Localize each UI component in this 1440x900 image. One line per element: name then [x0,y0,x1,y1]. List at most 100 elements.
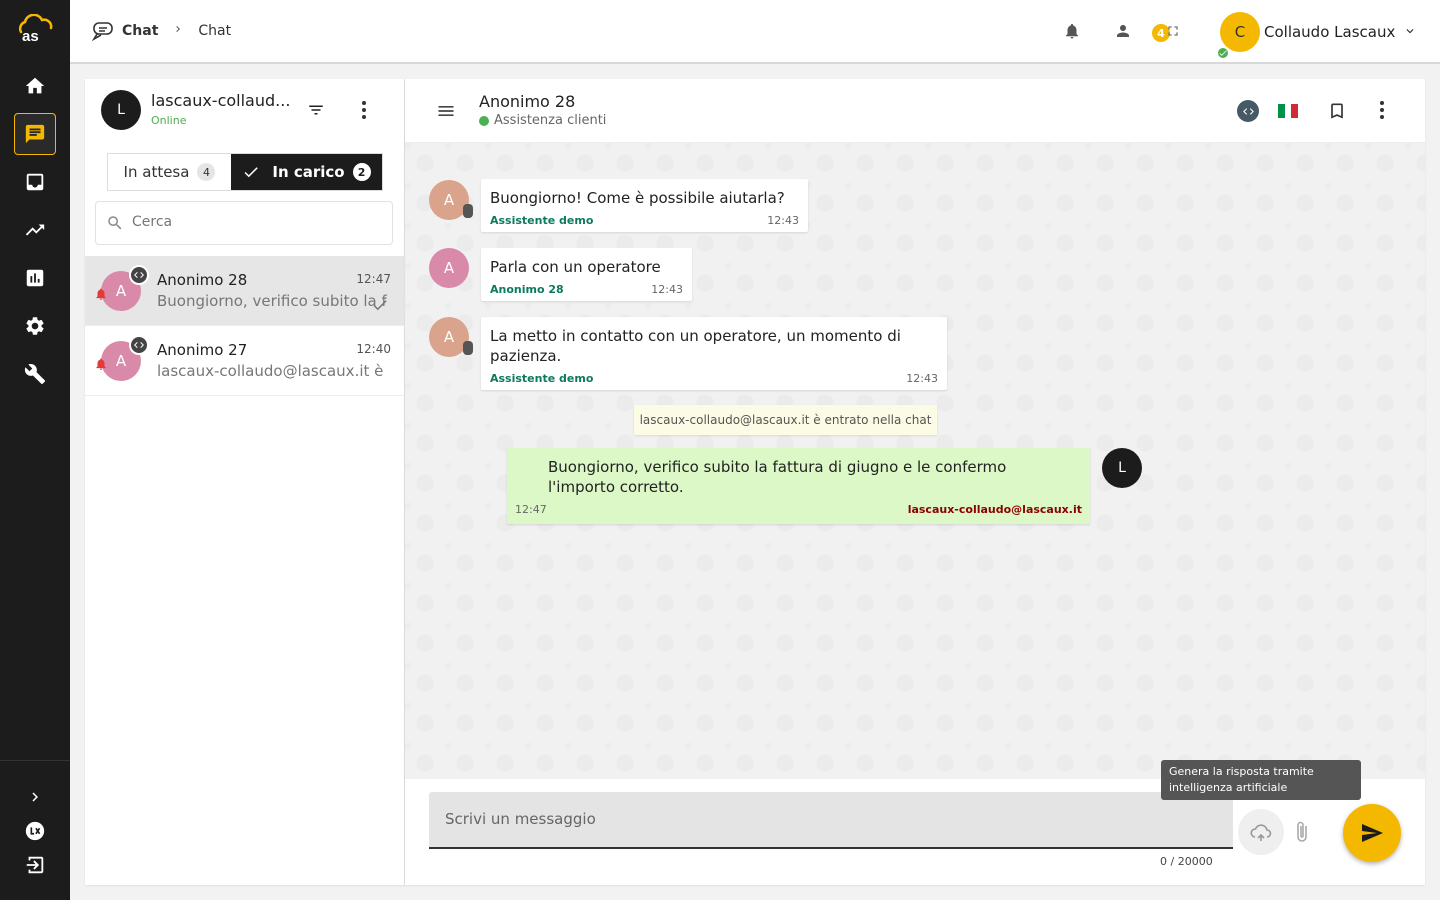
online-dot [479,115,489,126]
chat-subtitle-text: Assistenza clienti [494,113,607,128]
more-vert-icon[interactable] [1375,99,1389,121]
chevron-right-icon [176,26,181,32]
chat-icon [25,124,45,144]
home-icon [25,77,45,94]
logout-button[interactable] [14,844,56,886]
trends-nav[interactable] [14,209,56,251]
notifications-bell-icon[interactable] [1063,22,1081,40]
italian-flag-icon[interactable] [1278,104,1299,118]
side-rail: as [0,0,70,900]
conversation-item[interactable]: A Anonimo 27 12:40 lascaux-collaudo@lasc… [85,326,405,396]
widget-channel-badge [129,335,149,355]
message-author: Assistente demo [490,371,594,385]
message-author: Anonimo 28 [490,282,564,296]
check-icon [244,167,259,178]
app-logo[interactable]: as [13,14,57,44]
chat-subtitle: Assistenza clienti [479,113,606,128]
fullscreen-icon[interactable] [1165,22,1181,40]
breadcrumb-separator [172,23,184,39]
lx-logo-icon [25,821,45,841]
search-box [95,201,393,245]
message-input[interactable] [445,810,1205,828]
bot-icon [463,341,473,355]
agent-status: Online [151,114,187,127]
code-icon [134,272,144,278]
attach-icon[interactable] [1295,820,1309,844]
chat-bot-icon [91,22,113,42]
search-input[interactable] [132,214,372,230]
message-avatar: A [429,248,469,288]
message-time: 12:43 [651,282,683,296]
search-icon [108,216,122,230]
breadcrumb-page: Chat [198,23,232,39]
bookmark-icon[interactable] [1327,100,1347,122]
queue-toggle: In attesa 4 In carico 2 [107,153,383,191]
message-bubble: Parla con un operatore Anonimo 28 12:43 [481,248,692,301]
widget-channel-badge [129,265,149,285]
check-icon [1219,50,1227,56]
message-text: Parla con un operatore [490,258,661,276]
message-time: 12:43 [767,213,799,227]
outgoing-message-bubble: Buongiorno, verifico subito la fattura d… [507,448,1090,524]
ai-generate-button[interactable] [1238,809,1284,855]
message-text: Buongiorno, verifico subito la fattura d… [548,458,1007,496]
reports-nav[interactable] [14,257,56,299]
alert-bell-icon [96,358,106,370]
svg-text:as: as [22,28,39,44]
home-nav[interactable] [14,65,56,107]
system-note: lascaux-collaudo@lascaux.it è entrato ne… [634,405,937,435]
conversation-preview: lascaux-collaudo@lascaux.it è [157,362,384,380]
code-icon [134,342,144,348]
alert-bell-icon [96,288,106,300]
tab-waiting-label: In attesa [123,163,190,181]
message-time: 12:47 [515,503,547,516]
settings-nav[interactable] [14,305,56,347]
rail-divider [0,760,70,761]
filter-icon[interactable] [305,101,327,119]
send-button[interactable] [1343,804,1401,862]
menu-icon[interactable] [435,101,457,121]
gear-icon [26,317,44,335]
message-avatar: A [429,317,473,357]
top-bar: Chat Chat 4 C Collaudo Lascaux [70,0,1440,64]
message-bubble: La metto in contatto con un operatore, u… [481,317,947,390]
person-icon[interactable] [1114,22,1132,40]
sent-check-icon [373,300,387,311]
bar-chart-icon [26,269,44,287]
user-name[interactable]: Collaudo Lascaux [1264,23,1395,41]
message-avatar-initial: A [443,191,455,209]
chevron-down-icon[interactable] [1403,24,1417,38]
conversation-preview: Buongiorno, verifico subito la f [157,292,387,310]
ai-cloud-icon [1250,824,1272,841]
more-vert-icon[interactable] [357,99,371,121]
tab-handled[interactable]: In carico 2 [231,154,382,190]
trending-up-icon [25,224,45,236]
breadcrumb: Chat Chat [90,20,231,42]
message-area[interactable]: A Buongiorno! Come è possibile aiutarla?… [405,143,1425,779]
tools-nav[interactable] [14,353,56,395]
message-text: La metto in contatto con un operatore, u… [490,327,901,365]
tab-waiting[interactable]: In attesa 4 [108,154,231,190]
logout-icon [26,856,44,874]
conversation-time: 12:40 [356,342,391,356]
widget-source-button[interactable] [1237,100,1259,122]
chat-nav[interactable] [14,113,56,155]
chevron-right-icon [32,792,38,802]
inbox-nav[interactable] [14,161,56,203]
chat-header: Anonimo 28 Assistenza clienti [405,79,1425,143]
ai-tooltip: Genera la risposta tramite intelligenza … [1161,760,1361,800]
conversation-item[interactable]: A Anonimo 28 12:47 Buongiorno, verifico … [85,256,405,326]
breadcrumb-section[interactable]: Chat [122,23,158,39]
tab-waiting-count: 4 [197,163,216,181]
inbox-icon [26,173,44,191]
code-icon [1242,107,1254,115]
conversation-list-panel: L lascaux-collaud... Online In attesa 4 … [85,79,405,885]
conversation-name: Anonimo 28 [157,271,248,289]
bot-icon [463,204,473,218]
chat-title: Anonimo 28 [479,92,576,111]
message-author: Assistente demo [490,213,594,227]
message-input-wrapper [429,792,1233,849]
message-time: 12:43 [906,371,938,385]
message-bubble: Buongiorno! Come è possibile aiutarla? A… [481,179,808,232]
char-counter: 0 / 20000 [1160,855,1213,868]
